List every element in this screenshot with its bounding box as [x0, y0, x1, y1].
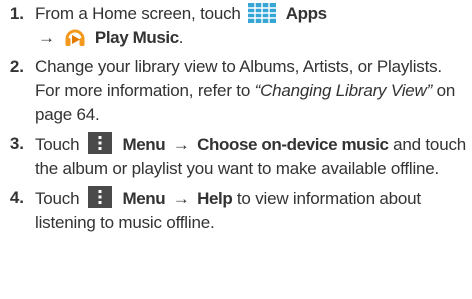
menu-label: Menu — [122, 135, 166, 154]
step-3: 3. Touch Menu → Choose on-device music a… — [0, 132, 468, 181]
arrow: → — [172, 189, 190, 208]
step-text: Touch Menu → Help to view information ab… — [35, 186, 468, 235]
choose-on-device-music-label: Choose on-device music — [197, 135, 389, 154]
period: . — [178, 28, 184, 47]
play-music-headphones-icon — [65, 29, 85, 46]
cross-reference-title: “Changing Library View” — [254, 81, 433, 100]
step-2: 2. Change your library view to Albums, A… — [0, 55, 468, 127]
step-text: Change your library view to Albums, Arti… — [35, 55, 468, 127]
step-text-lead: Touch — [35, 135, 80, 154]
step-text-lead: Touch — [35, 189, 80, 208]
step-4: 4. Touch Menu → Help to view information… — [0, 186, 468, 235]
apps-label: Apps — [285, 4, 327, 23]
step-text-lead: From a Home screen, touch — [35, 4, 241, 23]
step-number: 2. — [9, 57, 24, 76]
step-text: From a Home screen, touch Apps → Play Mu… — [35, 2, 468, 50]
help-label: Help — [197, 189, 233, 208]
apps-grid-icon — [248, 3, 277, 23]
arrow: → — [172, 135, 190, 154]
step-number: 4. — [9, 188, 24, 207]
step-number: 3. — [9, 134, 24, 153]
menu-overflow-icon — [87, 186, 112, 208]
menu-label: Menu — [122, 189, 166, 208]
play-music-label: Play Music — [94, 28, 179, 47]
step-number: 1. — [9, 4, 24, 23]
step-text: Touch Menu → Choose on-device music and … — [35, 132, 468, 181]
instructions-page: 1. From a Home screen, touch Apps → Play… — [0, 0, 472, 299]
menu-overflow-icon — [87, 132, 112, 154]
step-1: 1. From a Home screen, touch Apps → Play… — [0, 2, 468, 50]
arrow: → — [38, 28, 55, 47]
